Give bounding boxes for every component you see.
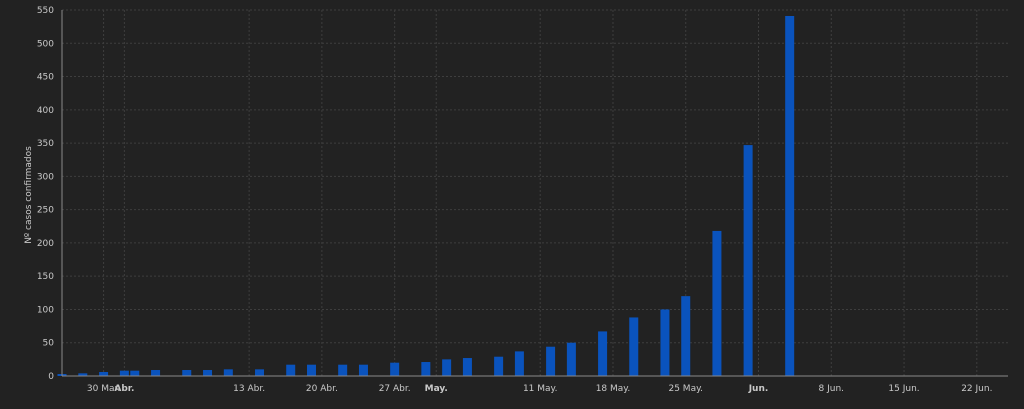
x-tick-label: Abr. (114, 384, 134, 394)
x-tick-label: 8 Jun. (819, 384, 845, 394)
y-tick-label: 300 (37, 172, 54, 182)
bar[interactable] (566, 342, 576, 376)
bar[interactable] (151, 370, 161, 376)
y-tick-label: 200 (37, 239, 54, 249)
y-tick-labels: 0 50 100 150 200 250 300 350 400 450 500 550 (37, 6, 54, 382)
bar[interactable] (203, 370, 213, 376)
x-tick-label: 25 May. (668, 384, 703, 394)
bar[interactable] (182, 370, 192, 376)
bar[interactable] (358, 364, 368, 376)
y-axis-title: Nº casos confirmados (24, 146, 34, 244)
x-tick-labels: 30 Mar.Abr. 13 Abr. 20 Abr. 27 Abr. May. 11 M… (87, 384, 993, 394)
bar[interactable] (306, 364, 316, 376)
x-tick-label: 13 Abr. (233, 384, 265, 394)
bar[interactable] (421, 362, 431, 376)
bar[interactable] (338, 364, 348, 376)
x-tick-label: 27 Abr. (379, 384, 411, 394)
y-tick-label: 500 (37, 39, 54, 49)
bar[interactable] (119, 370, 129, 376)
x-tick-label: 18 May. (596, 384, 631, 394)
x-tick-label: May. (425, 384, 448, 394)
y-tick-label: 150 (37, 272, 54, 282)
grid-layer (62, 9, 1008, 376)
bar[interactable] (629, 317, 639, 376)
bar[interactable] (462, 358, 472, 376)
x-tick-label: 15 Jun. (888, 384, 919, 394)
y-tick-label: 50 (43, 339, 55, 349)
bar[interactable] (390, 362, 400, 376)
bar[interactable] (660, 309, 670, 376)
bar[interactable] (681, 296, 691, 376)
y-tick-label: 250 (37, 206, 54, 216)
bar[interactable] (223, 369, 233, 376)
bar[interactable] (286, 364, 296, 376)
bar[interactable] (785, 15, 795, 376)
y-tick-label: 100 (37, 305, 54, 315)
axis-layer (61, 10, 1008, 377)
bar[interactable] (546, 346, 556, 376)
y-tick-label: 550 (37, 6, 54, 16)
y-tick-label: 0 (48, 372, 54, 382)
x-tick-label: Jun. (748, 384, 769, 394)
x-tick-label: 11 May. (523, 384, 558, 394)
y-tick-label: 400 (37, 106, 54, 116)
bar[interactable] (255, 369, 265, 376)
chart-svg: 050100150200250300350400450500550 30 Mar… (24, 6, 1008, 394)
bar[interactable] (712, 230, 722, 376)
bar[interactable] (494, 356, 504, 376)
y-tick-label: 450 (37, 73, 54, 83)
bar[interactable] (99, 372, 109, 376)
x-tick-label: 22 Jun. (961, 384, 992, 394)
bar[interactable] (442, 359, 452, 376)
bar[interactable] (130, 370, 140, 376)
y-tick-label: 350 (37, 139, 54, 149)
bars-layer (57, 15, 795, 376)
cases-bar-chart: 0 50 100 150 200 250 300 350 400 450 500 550 30 Mar… (0, 0, 1024, 405)
bar[interactable] (514, 351, 524, 376)
bar[interactable] (743, 145, 753, 376)
bar[interactable] (598, 331, 608, 376)
x-tick-label: 20 Abr. (306, 384, 338, 394)
